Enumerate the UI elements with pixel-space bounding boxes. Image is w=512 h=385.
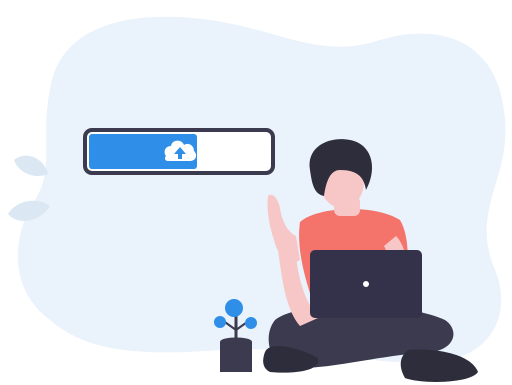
upload-illustration — [8, 16, 506, 382]
background-blob — [17, 16, 506, 363]
upload-progress-bar — [83, 128, 275, 175]
laptop — [310, 250, 422, 318]
